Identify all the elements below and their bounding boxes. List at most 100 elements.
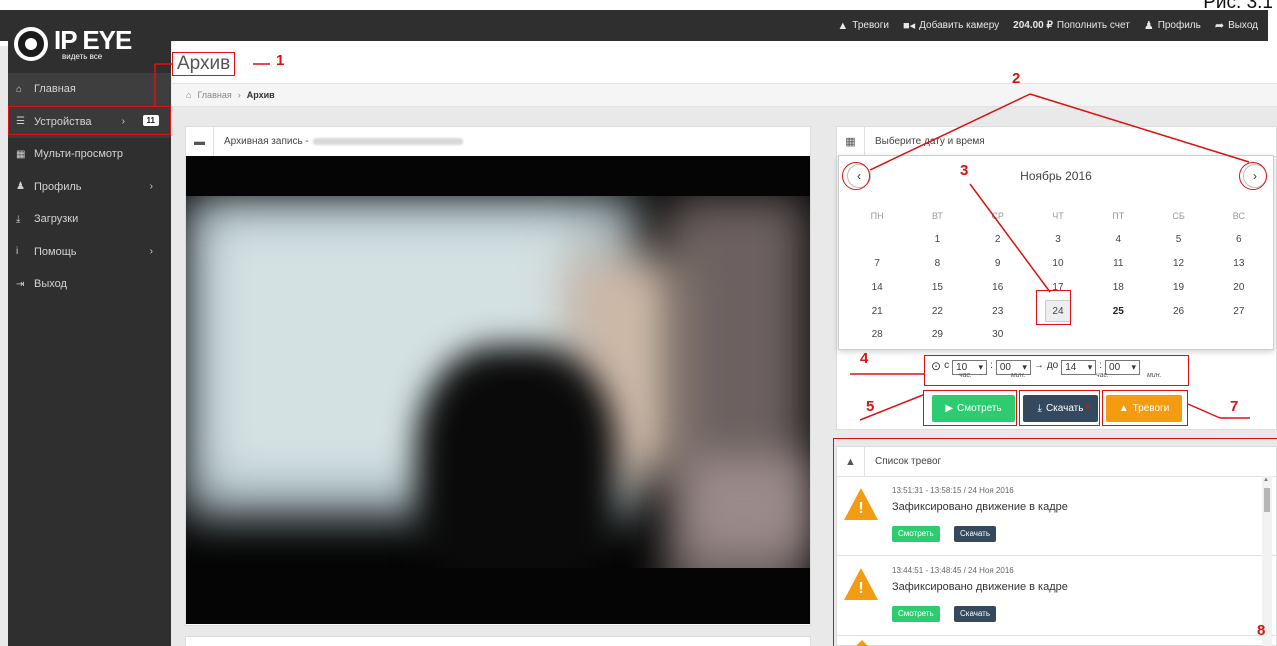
date-panel-header: ▦ Выберите дату и время bbox=[837, 126, 1276, 157]
calendar-day[interactable]: 8 bbox=[907, 258, 967, 269]
alarm-list[interactable]: ! 13:51:31 - 13:58:15 / 24 Ноя 2016 Зафи… bbox=[836, 476, 1277, 646]
alarm-download-button[interactable]: Скачать bbox=[954, 606, 996, 622]
calendar-day[interactable]: 22 bbox=[907, 306, 967, 317]
calendar-day-label: 8 bbox=[934, 257, 941, 269]
calendar-day-label: 28 bbox=[871, 329, 883, 341]
alarm-message: Зафиксировано движение в кадре bbox=[892, 581, 1068, 593]
date-panel-title: Выберите дату и время bbox=[875, 136, 985, 147]
calendar-day-label: 19 bbox=[1172, 281, 1185, 293]
calendar-day[interactable]: 13 bbox=[1209, 258, 1269, 269]
calendar-day-label: 4 bbox=[1115, 234, 1122, 246]
from-minute-unit: мин. bbox=[1011, 372, 1026, 379]
archive-video-player[interactable] bbox=[186, 156, 810, 624]
topnav-profile-label: Профиль bbox=[1157, 20, 1201, 31]
user-icon: ♟ bbox=[16, 181, 25, 193]
scroll-up-icon: ▲ bbox=[1263, 477, 1269, 483]
app-root: ▲ Тревоги ■◂ Добавить камеру 204.00 ₽ По… bbox=[0, 0, 1277, 646]
scroll-thumb[interactable] bbox=[1264, 488, 1270, 512]
sidebar-item-label: Главная bbox=[34, 83, 76, 96]
to-hour-select[interactable]: 14 bbox=[1061, 360, 1097, 375]
alarm-download-button[interactable]: Скачать bbox=[954, 526, 996, 542]
calendar-day[interactable]: 1 bbox=[907, 234, 967, 245]
calendar-day-label: 21 bbox=[871, 305, 883, 317]
topnav-add-camera-link[interactable]: ■◂ Добавить камеру bbox=[903, 19, 999, 32]
annotation-label: 2 bbox=[1012, 70, 1021, 87]
alarm-watch-button[interactable]: Смотреть bbox=[892, 606, 940, 622]
sidebar-item-help[interactable]: i Помощь › bbox=[8, 236, 171, 269]
calendar-day[interactable]: 23 bbox=[968, 306, 1028, 317]
topnav-alarms-label: Тревоги bbox=[852, 20, 889, 31]
calendar-day[interactable]: 5 bbox=[1148, 234, 1208, 245]
archive-box-icon: ▬ bbox=[186, 126, 214, 157]
time-range-picker: ⊙ с 10 : 00 → до 14 : 00 час. мин. час. … bbox=[924, 355, 1189, 386]
calendar-day[interactable]: 15 bbox=[907, 282, 967, 293]
alarm-watch-button[interactable]: Смотреть bbox=[892, 526, 940, 542]
breadcrumb-home-link[interactable]: Главная bbox=[197, 90, 231, 100]
breadcrumb-current: Архив bbox=[246, 90, 275, 100]
calendar-day[interactable]: 14 bbox=[847, 282, 907, 293]
alarm-list-scrollbar[interactable]: ▲ bbox=[1262, 476, 1272, 646]
topnav-alarms-link[interactable]: ▲ Тревоги bbox=[837, 20, 889, 32]
sidebar-item-home[interactable]: ⌂ Главная bbox=[8, 73, 171, 106]
calendar-day[interactable]: 2 bbox=[968, 234, 1028, 245]
share-arrow-icon: ➦ bbox=[1214, 20, 1225, 32]
calendar-day[interactable]: 19 bbox=[1148, 282, 1208, 293]
calendar-day[interactable]: 7 bbox=[847, 258, 907, 269]
sidebar-item-label: Профиль bbox=[34, 180, 82, 193]
balance-value: 204.00 ₽ bbox=[1013, 20, 1053, 31]
calendar-day[interactable]: 26 bbox=[1148, 306, 1208, 317]
page-header bbox=[172, 41, 1277, 83]
calendar-day[interactable]: 29 bbox=[907, 329, 967, 340]
logout-icon: ⇥ bbox=[16, 278, 25, 290]
calendar-day[interactable]: 20 bbox=[1209, 282, 1269, 293]
calendar-day[interactable]: 10 bbox=[1028, 258, 1088, 269]
calendar-day[interactable]: 16 bbox=[968, 282, 1028, 293]
sidebar-item-label: Мульти-просмотр bbox=[34, 148, 123, 161]
download-icon: ⤓ bbox=[1037, 403, 1042, 414]
topnav-balance-link[interactable]: 204.00 ₽ Пополнить счет bbox=[1013, 20, 1130, 31]
alarm-time: 13:51:31 - 13:58:15 / 24 Ноя 2016 bbox=[892, 486, 1014, 495]
calendar-day[interactable]: 18 bbox=[1088, 282, 1148, 293]
top-nav-items: ▲ Тревоги ■◂ Добавить камеру 204.00 ₽ По… bbox=[837, 10, 1258, 41]
home-icon: ⌂ bbox=[16, 83, 23, 95]
logo[interactable]: IP EYE видеть все bbox=[14, 20, 154, 68]
breadcrumb-separator-icon: › bbox=[237, 90, 241, 100]
topnav-logout-link[interactable]: ➦ Выход bbox=[1215, 19, 1258, 32]
calendar-day-label: 1 bbox=[934, 234, 941, 246]
calendar-day[interactable]: 30 bbox=[968, 329, 1028, 340]
alarm-panel-title: Список тревог bbox=[875, 456, 942, 467]
annotation-label: 7 bbox=[1230, 398, 1239, 415]
calendar-day[interactable]: 27 bbox=[1209, 306, 1269, 317]
calendar-day-label: 18 bbox=[1112, 281, 1124, 293]
sidebar-item-label: Помощь bbox=[34, 245, 77, 258]
annotation-box-devices bbox=[8, 106, 171, 135]
topnav-add-camera-label: Добавить камеру bbox=[919, 20, 1000, 31]
annotation-label: 6 bbox=[1086, 402, 1091, 411]
calendar-day[interactable]: 3 bbox=[1028, 234, 1088, 245]
calendar-day[interactable]: 6 bbox=[1209, 234, 1269, 245]
calendar-day[interactable]: 11 bbox=[1088, 258, 1148, 269]
calendar-weekday: ВС bbox=[1232, 210, 1245, 221]
sidebar-item-profile[interactable]: ♟ Профиль › bbox=[8, 171, 171, 204]
calendar-day[interactable]: 12 bbox=[1148, 258, 1208, 269]
alarms-button[interactable]: ▲ Тревоги bbox=[1106, 395, 1182, 422]
topnav-profile-link[interactable]: ♟ Профиль bbox=[1144, 19, 1201, 32]
sidebar-item-label: Загрузки bbox=[34, 213, 79, 226]
calendar-day[interactable]: 4 bbox=[1088, 234, 1148, 245]
alarms-button-label: Тревоги bbox=[1132, 403, 1170, 414]
camera-icon: ■◂ bbox=[902, 20, 916, 32]
next-panel-edge bbox=[185, 636, 811, 646]
calendar-day[interactable]: 28 bbox=[847, 329, 907, 340]
figure-caption: Рис. 3.1 bbox=[1203, 0, 1273, 13]
calendar-day[interactable]: 21 bbox=[847, 306, 907, 317]
calendar-day[interactable]: 9 bbox=[968, 258, 1028, 269]
calendar-day[interactable]: 25 bbox=[1088, 306, 1148, 317]
calendar-week-row: 7 8 9 10 11 12 13 bbox=[847, 252, 1269, 276]
watch-button[interactable]: ▶ Смотреть bbox=[932, 395, 1015, 422]
sidebar-item-logout[interactable]: ⇥ Выход bbox=[8, 268, 171, 301]
top-nav: ▲ Тревоги ■◂ Добавить камеру 204.00 ₽ По… bbox=[0, 10, 1268, 41]
to-minute-select[interactable]: 00 bbox=[1105, 360, 1141, 375]
sidebar-item-downloads[interactable]: ⤓ Загрузки bbox=[8, 203, 171, 236]
sidebar-item-multiview[interactable]: ▦ Мульти-просмотр bbox=[8, 138, 171, 171]
calendar-month-label[interactable]: Ноябрь 2016 bbox=[839, 169, 1273, 183]
